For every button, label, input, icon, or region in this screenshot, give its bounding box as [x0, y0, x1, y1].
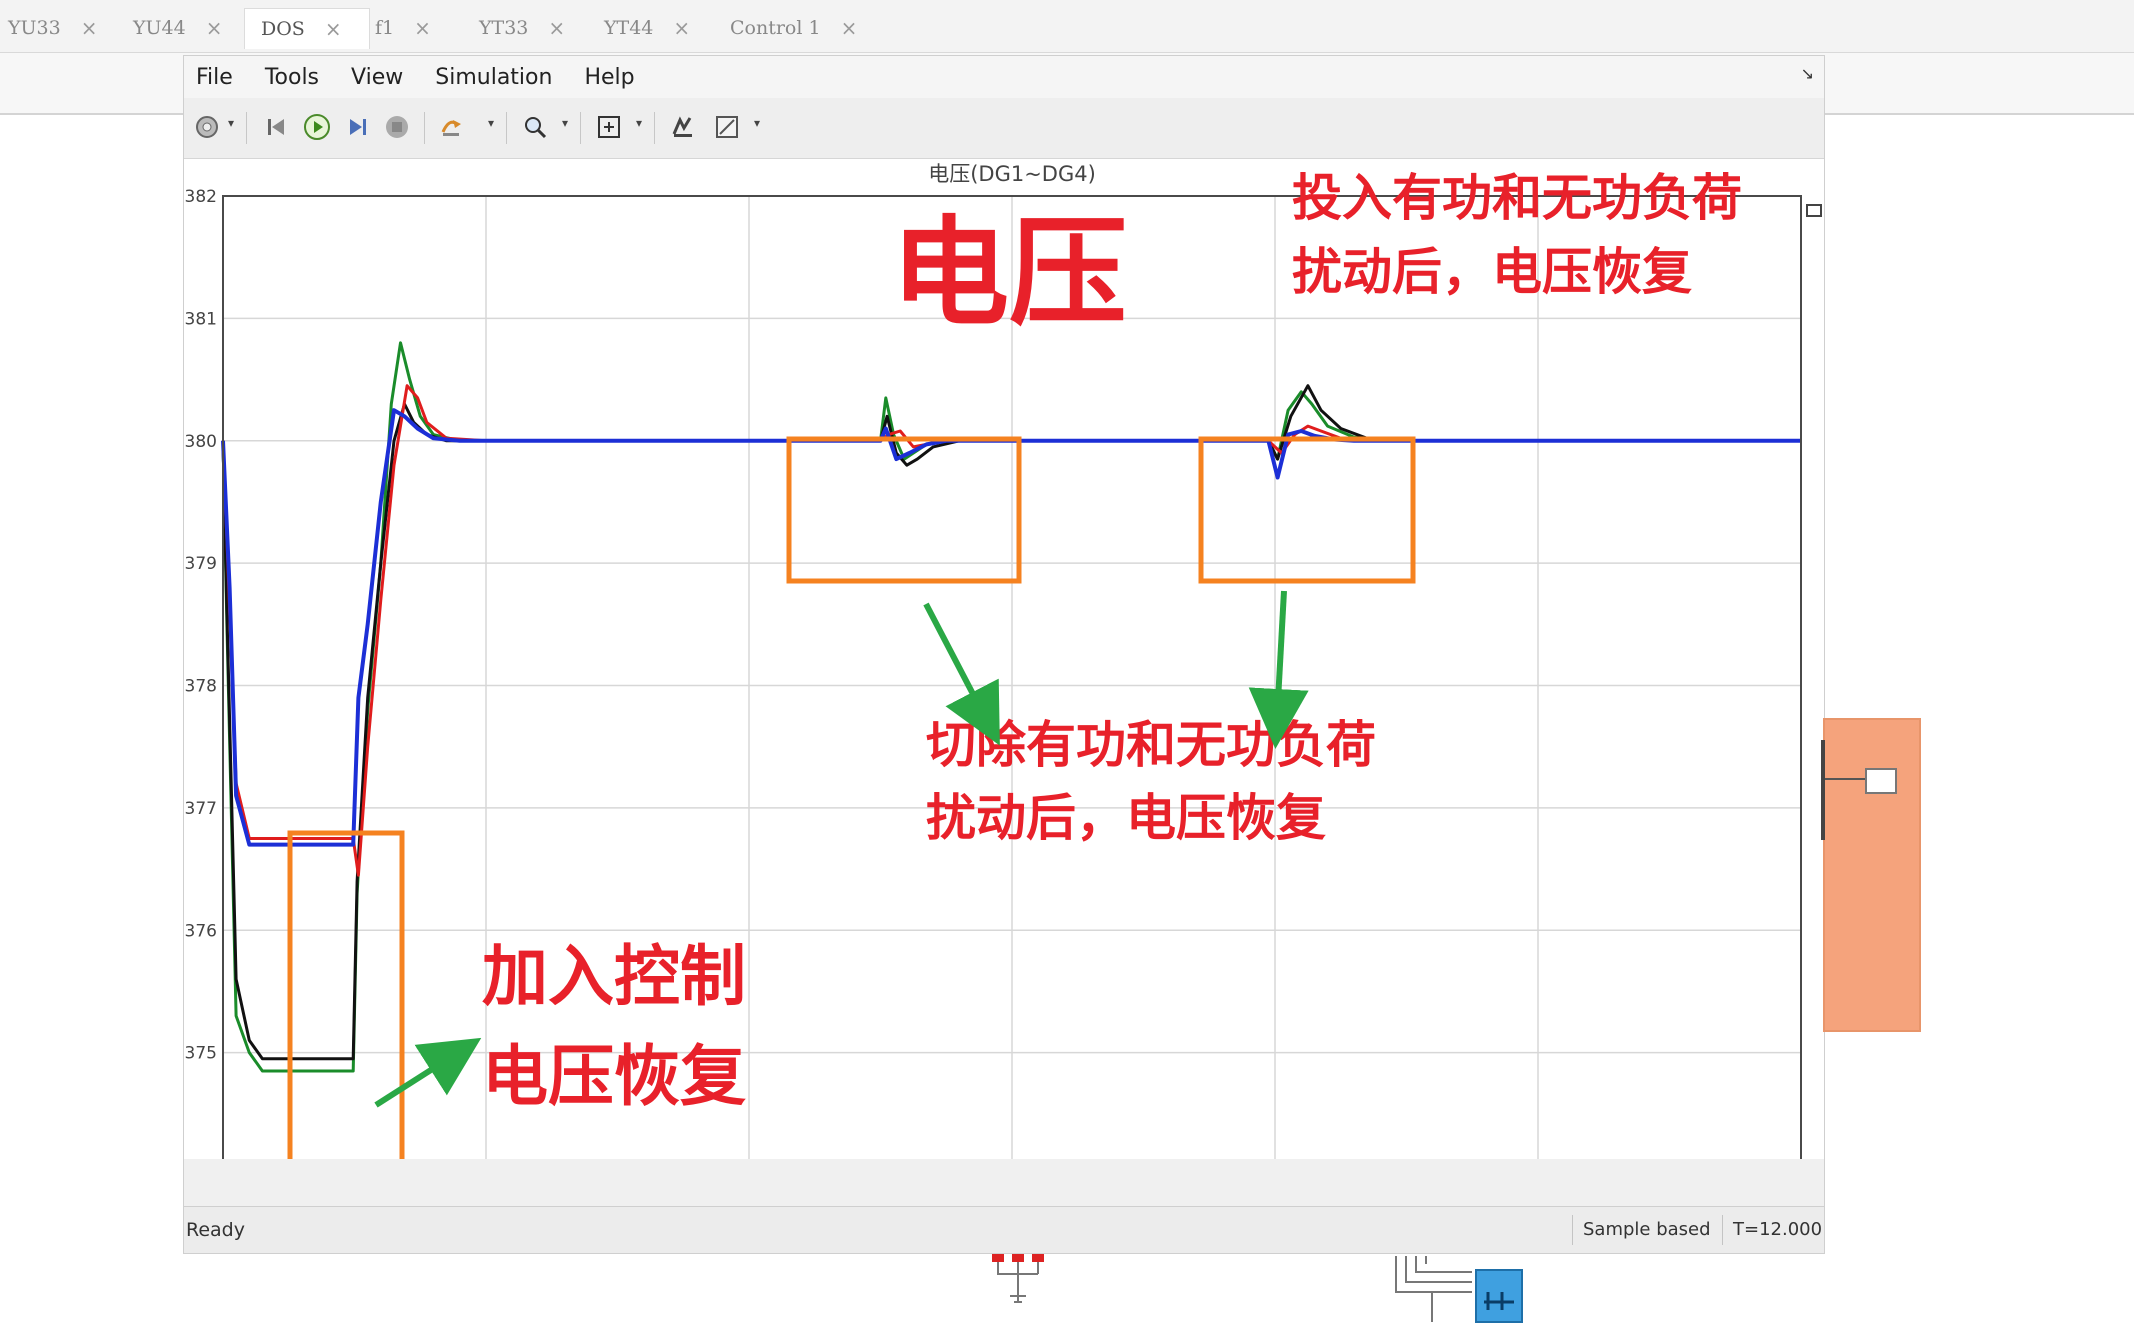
block-port-edge — [1821, 740, 1825, 840]
close-icon[interactable]: × — [548, 16, 565, 40]
chevron-down-icon[interactable]: ▾ — [636, 116, 642, 130]
close-icon[interactable]: × — [206, 16, 223, 40]
close-icon[interactable]: × — [325, 17, 342, 41]
step-forward-icon[interactable] — [342, 112, 372, 142]
voltage-chart: 024681012374375376377378379380381382 电压(… — [185, 162, 1822, 1210]
menu-help[interactable]: Help — [584, 65, 634, 90]
status-mode: Sample based — [1572, 1215, 1711, 1245]
toolbar-separator — [246, 112, 247, 144]
highlight-box-control — [287, 830, 405, 1166]
y-tick-label: 382 — [185, 187, 217, 207]
plot-area: 024681012374375376377378379380381382 电压(… — [184, 159, 1824, 1210]
triggers-icon[interactable] — [668, 112, 698, 142]
menu-bar: File Tools View Simulation Help ↘ — [184, 56, 1824, 98]
step-back-icon[interactable] — [262, 112, 292, 142]
dock-icon[interactable] — [1806, 204, 1822, 217]
tab-yu33[interactable]: YU33 × — [8, 8, 98, 48]
menu-tools[interactable]: Tools — [265, 65, 319, 90]
close-icon[interactable]: × — [414, 16, 431, 40]
menu-view[interactable]: View — [351, 65, 403, 90]
block-port-icon — [1865, 768, 1897, 794]
y-tick-label: 381 — [185, 309, 217, 329]
status-bar: Ready Sample based T=12.000 — [184, 1206, 1824, 1253]
pin-icon[interactable]: ↘ — [1801, 64, 1814, 83]
arrow-icon — [923, 602, 1000, 746]
tab-dos[interactable]: DOS × — [244, 8, 370, 49]
signal-line — [1825, 778, 1865, 780]
y-tick-label: 375 — [185, 1044, 217, 1064]
scope-toolbar: ▾ ▾ ▾ ▾ ▾ — [184, 98, 1824, 159]
chart-subtitle: 电压(DG1~DG4) — [928, 162, 1096, 186]
bus-connector-icon[interactable] — [988, 1252, 1058, 1312]
run-icon[interactable] — [302, 112, 332, 142]
tab-yu44[interactable]: YU44 × — [133, 8, 223, 48]
tab-yt44[interactable]: YT44 × — [604, 8, 690, 48]
zoom-icon[interactable] — [520, 112, 550, 142]
stop-icon[interactable] — [382, 112, 412, 142]
tab-label: YU33 — [8, 17, 61, 39]
annotation-bottom-left-line2: 电压恢复 — [482, 1038, 746, 1115]
close-icon[interactable]: × — [841, 16, 858, 40]
chevron-down-icon[interactable]: ▾ — [228, 116, 234, 130]
tab-label: Control 1 — [730, 17, 821, 39]
chart-big-label: 电压 — [891, 204, 1127, 342]
tab-f1[interactable]: f1 × — [375, 8, 431, 48]
menu-file[interactable]: File — [196, 65, 233, 90]
settings-icon[interactable] — [192, 112, 222, 142]
fit-view-icon[interactable] — [594, 112, 624, 142]
y-tick-label: 380 — [185, 432, 217, 452]
tab-label: YT33 — [479, 17, 529, 39]
model-block[interactable] — [1821, 718, 1921, 1032]
arrow-icon — [1248, 590, 1309, 749]
close-icon[interactable]: × — [81, 16, 98, 40]
tab-yt33[interactable]: YT33 × — [479, 8, 565, 48]
annotation-middle-line2: 扰动后，电压恢复 — [926, 789, 1326, 847]
tab-label: DOS — [261, 18, 305, 40]
y-tick-label: 376 — [185, 921, 217, 941]
status-time: T=12.000 — [1722, 1215, 1822, 1245]
arrow-icon — [374, 1037, 482, 1108]
chevron-down-icon[interactable]: ▾ — [754, 116, 760, 130]
y-tick-label: 378 — [185, 677, 217, 697]
close-icon[interactable]: × — [673, 16, 690, 40]
toolbar-separator — [506, 112, 507, 144]
toolbar-separator — [424, 112, 425, 144]
toolbar-separator — [654, 112, 655, 144]
highlight-box-add-load — [1198, 436, 1416, 584]
status-ready: Ready — [186, 1219, 245, 1241]
annotation-top-right-line2: 扰动后，电压恢复 — [1292, 243, 1692, 301]
chevron-down-icon[interactable]: ▾ — [488, 116, 494, 130]
tab-label: YU44 — [133, 17, 186, 39]
annotation-top-right-line1: 投入有功和无功负荷 — [1292, 169, 1742, 227]
chevron-down-icon[interactable]: ▾ — [562, 116, 568, 130]
menu-simulation[interactable]: Simulation — [435, 65, 552, 90]
tab-label: YT44 — [604, 17, 654, 39]
toolbar-separator — [580, 112, 581, 144]
measurement-block-icon[interactable] — [1392, 1252, 1532, 1326]
measure-icon[interactable] — [712, 112, 742, 142]
scope-window: File Tools View Simulation Help ↘ ▾ ▾ ▾ … — [183, 55, 1825, 1254]
annotation-middle-line1: 切除有功和无功负荷 — [926, 716, 1376, 774]
tab-label: f1 — [375, 17, 395, 39]
highlight-icon[interactable] — [438, 112, 468, 142]
editor-tab-strip: YU33 × YU44 × DOS × f1 × YT33 × YT44 × Control… — [0, 0, 2134, 53]
y-tick-label: 379 — [185, 554, 217, 574]
tab-control-1[interactable]: Control 1 × — [730, 8, 857, 48]
y-tick-label: 377 — [185, 799, 217, 819]
annotation-bottom-left-line1: 加入控制 — [482, 938, 746, 1015]
